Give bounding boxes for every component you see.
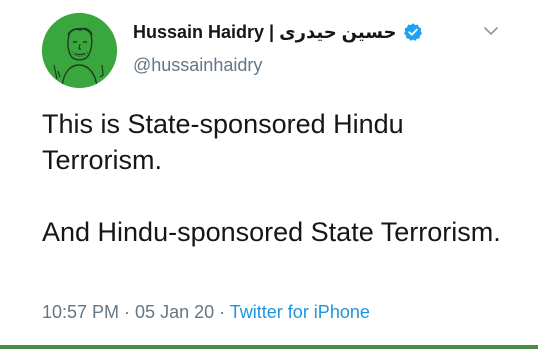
tweet-card: Hussain Haidry | حسین حیدری @hussainhaid… (0, 0, 538, 349)
username-handle[interactable]: @hussainhaidry (133, 55, 262, 76)
tweet-time[interactable]: 10:57 PM (42, 302, 119, 322)
tweet-metadata: 10:57 PM · 05 Jan 20 · Twitter for iPhon… (42, 302, 370, 323)
author-name-row[interactable]: Hussain Haidry | حسین حیدری (133, 20, 423, 44)
chevron-down-icon[interactable] (482, 24, 500, 38)
verified-badge-icon (403, 22, 423, 42)
tweet-date[interactable]: 05 Jan 20 (135, 302, 214, 322)
bottom-divider (0, 345, 538, 349)
avatar[interactable] (42, 13, 117, 88)
tweet-text: This is State-sponsored Hindu Terrorism.… (42, 106, 512, 250)
tweet-paragraph: And Hindu-sponsored State Terrorism. (42, 217, 501, 247)
tweet-source-link[interactable]: Twitter for iPhone (230, 302, 370, 322)
meta-separator: · (119, 302, 136, 322)
avatar-illustration (42, 13, 117, 88)
tweet-paragraph: This is State-sponsored Hindu Terrorism. (42, 109, 404, 175)
display-name[interactable]: Hussain Haidry | حسین حیدری (133, 22, 397, 43)
meta-separator: · (214, 302, 230, 322)
